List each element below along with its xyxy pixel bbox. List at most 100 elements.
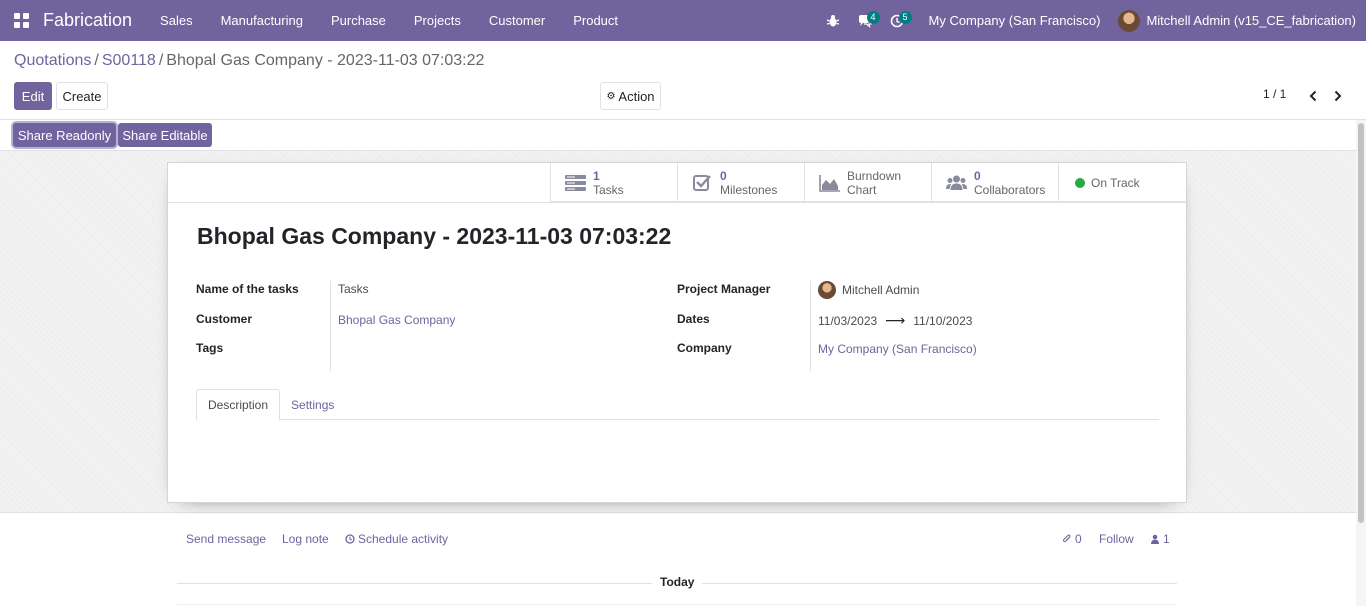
followers-count: 1 xyxy=(1163,532,1170,546)
bug-icon[interactable] xyxy=(817,0,849,41)
share-editable-button[interactable]: Share Editable xyxy=(118,123,212,147)
tasks-count: 1 xyxy=(593,168,600,183)
project-manager-avatar xyxy=(818,281,836,299)
burndown-label-line2: Chart xyxy=(847,182,877,197)
divider xyxy=(168,202,1186,203)
menu-item-sales[interactable]: Sales xyxy=(146,0,207,41)
breadcrumb-order[interactable]: S00118 xyxy=(102,52,156,70)
paperclip-icon xyxy=(1062,534,1071,543)
tasks-name-value[interactable]: Tasks xyxy=(338,282,369,296)
clock-icon xyxy=(345,534,355,544)
smart-button-box: 1 Tasks 0 Milestones Burndown Chart 0 Co… xyxy=(550,163,1187,202)
schedule-activity-label: Schedule activity xyxy=(358,532,449,546)
dates-label: Dates xyxy=(677,312,710,326)
apps-menu-icon[interactable] xyxy=(0,0,42,41)
user-name: Mitchell Admin (v15_CE_fabrication) xyxy=(1146,13,1356,28)
customer-label: Customer xyxy=(196,312,253,326)
share-readonly-button[interactable]: Share Readonly xyxy=(13,123,116,147)
activities-clock-icon[interactable]: 5 xyxy=(881,0,913,41)
company-label: Company xyxy=(677,341,732,355)
menu-item-manufacturing[interactable]: Manufacturing xyxy=(207,0,317,41)
check-square-icon xyxy=(691,173,713,193)
burndown-chart-smart-button[interactable]: Burndown Chart xyxy=(804,163,931,202)
chatter: Send message Log note Schedule activity … xyxy=(0,514,1356,606)
milestones-label: Milestones xyxy=(720,182,778,197)
create-button[interactable]: Create xyxy=(56,82,108,110)
tasks-label: Tasks xyxy=(593,182,624,197)
field-divider xyxy=(810,281,811,371)
top-navbar: Fabrication Sales Manufacturing Purchase… xyxy=(0,0,1366,41)
form-sheet: 1 Tasks 0 Milestones Burndown Chart 0 Co… xyxy=(167,162,1187,503)
area-chart-icon xyxy=(818,173,840,193)
chevron-right-icon[interactable] xyxy=(1328,85,1348,107)
tasks-smart-button[interactable]: 1 Tasks xyxy=(550,163,677,202)
divider xyxy=(177,604,1177,605)
app-name[interactable]: Fabrication xyxy=(43,10,132,31)
collaborators-smart-button[interactable]: 0 Collaborators xyxy=(931,163,1058,202)
scrollbar-thumb[interactable] xyxy=(1358,123,1364,523)
form-statusbar: Share Readonly Share Editable xyxy=(0,120,1366,151)
action-label: Action xyxy=(618,88,655,104)
milestones-count: 0 xyxy=(720,168,727,183)
breadcrumb: Quotations / S00118 / Bhopal Gas Company… xyxy=(14,52,484,70)
breadcrumb-separator: / xyxy=(158,52,164,69)
user-icon xyxy=(1151,534,1159,544)
project-manager-field[interactable]: Mitchell Admin xyxy=(818,281,919,299)
tasks-icon xyxy=(564,173,586,193)
followers-button[interactable]: 1 xyxy=(1150,532,1170,546)
send-message-button[interactable]: Send message xyxy=(186,532,266,546)
breadcrumb-separator: / xyxy=(94,52,99,69)
breadcrumb-quotations[interactable]: Quotations xyxy=(14,52,91,70)
status-dot xyxy=(1075,177,1085,188)
gear-icon: ⚙ xyxy=(606,90,616,102)
action-button[interactable]: ⚙ Action xyxy=(600,82,661,110)
control-panel: Quotations / S00118 / Bhopal Gas Company… xyxy=(0,41,1366,120)
dates-field[interactable]: 11/03/2023 ⟶ 11/10/2023 xyxy=(818,312,972,329)
menu-item-product[interactable]: Product xyxy=(559,0,632,41)
customer-link[interactable]: Bhopal Gas Company xyxy=(338,313,455,327)
field-divider xyxy=(330,281,331,371)
chevron-left-icon[interactable] xyxy=(1303,85,1323,107)
activities-badge: 5 xyxy=(898,11,912,24)
user-menu[interactable]: Mitchell Admin (v15_CE_fabrication) xyxy=(1118,9,1366,32)
follow-button[interactable]: Follow xyxy=(1099,532,1134,546)
navbar-systray: 4 5 My Company (San Francisco) Mitchell … xyxy=(817,0,1366,41)
company-switcher[interactable]: My Company (San Francisco) xyxy=(913,13,1119,28)
messages-badge: 4 xyxy=(866,11,880,24)
date-separator-today: Today xyxy=(652,575,703,589)
tab-description[interactable]: Description xyxy=(196,389,281,421)
collaborators-label: Collaborators xyxy=(974,182,1046,197)
tags-field[interactable] xyxy=(338,341,638,357)
scrollbar[interactable] xyxy=(1356,120,1366,606)
attachments-button[interactable]: 0 xyxy=(1062,532,1082,546)
milestones-smart-button[interactable]: 0 Milestones xyxy=(677,163,804,202)
user-avatar xyxy=(1118,9,1141,32)
collaborators-count: 0 xyxy=(974,168,981,183)
project-manager-name: Mitchell Admin xyxy=(842,283,920,297)
tasks-name-label: Name of the tasks xyxy=(196,282,299,296)
main-menu: Sales Manufacturing Purchase Projects Cu… xyxy=(146,0,632,41)
burndown-label-line1: Burndown xyxy=(847,168,902,183)
tags-label: Tags xyxy=(196,341,224,355)
arrow-right-icon: ⟶ xyxy=(885,312,906,328)
messages-icon[interactable]: 4 xyxy=(849,0,881,41)
users-icon xyxy=(945,173,967,193)
menu-item-purchase[interactable]: Purchase xyxy=(317,0,400,41)
status-label: On Track xyxy=(1091,175,1140,190)
menu-item-projects[interactable]: Projects xyxy=(400,0,475,41)
menu-item-customer[interactable]: Customer xyxy=(475,0,559,41)
notebook-tabs: Description Settings xyxy=(196,389,1159,421)
date-start: 11/03/2023 xyxy=(818,313,878,328)
tab-settings[interactable]: Settings xyxy=(280,389,345,420)
edit-button[interactable]: Edit xyxy=(14,82,52,110)
company-link[interactable]: My Company (San Francisco) xyxy=(818,342,977,356)
date-end: 11/10/2023 xyxy=(913,313,973,328)
record-title[interactable]: Bhopal Gas Company - 2023-11-03 07:03:22 xyxy=(197,223,671,250)
attachments-count: 0 xyxy=(1075,532,1082,546)
log-note-button[interactable]: Log note xyxy=(282,532,329,546)
breadcrumb-current: Bhopal Gas Company - 2023-11-03 07:03:22 xyxy=(166,52,485,69)
pager-value[interactable]: 1 / 1 xyxy=(1263,87,1286,101)
project-manager-label: Project Manager xyxy=(677,282,771,296)
schedule-activity-button[interactable]: Schedule activity xyxy=(345,532,448,546)
project-status-button[interactable]: On Track xyxy=(1058,163,1185,202)
